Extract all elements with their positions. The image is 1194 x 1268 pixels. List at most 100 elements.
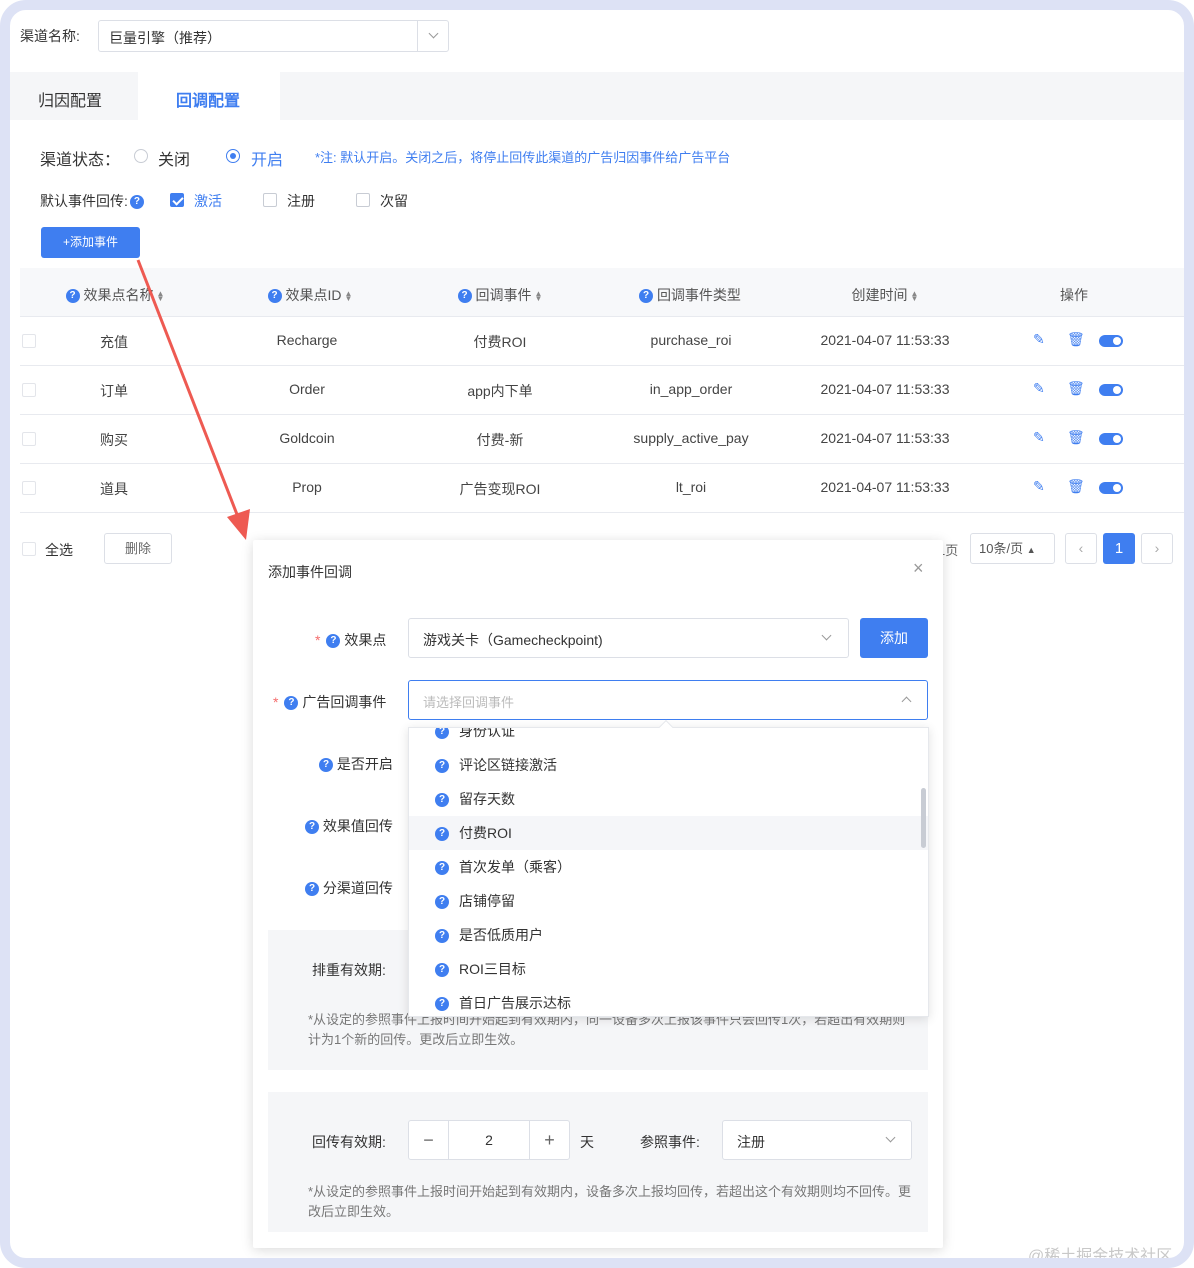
row-checkbox[interactable] <box>22 383 36 397</box>
row-time: 2021-04-07 11:53:33 <box>820 430 950 446</box>
dropdown-option[interactable]: ? 首日广告展示达标 <box>409 986 928 1016</box>
period-stepper[interactable]: − 2 + <box>408 1120 570 1160</box>
status-on-label: 开启 <box>251 152 284 169</box>
ad-event-dropdown: ? 身份认证 ? 评论区链接激活 ? 留存天数 ? 付费ROI ? 首次发单（乘客） ? 店… <box>408 727 929 1017</box>
channel-label: 渠道名称: <box>20 28 80 44</box>
col-event-header[interactable]: ? 回调事件 ▲ ▼ <box>435 285 565 305</box>
row-type: purchase_roi <box>650 332 732 348</box>
help-icon: ? <box>267 289 282 304</box>
edit-icon[interactable]: ✎ <box>1033 478 1045 495</box>
row-type: lt_roi <box>675 479 707 495</box>
dropdown-option[interactable]: ? 付费ROI <box>409 816 928 850</box>
enable-toggle[interactable] <box>1099 433 1123 445</box>
tab-callback[interactable]: 回调配置 <box>176 87 240 111</box>
modal-title: 添加事件回调 <box>268 564 352 580</box>
watermark: @稀土掘金技术社区 <box>1028 1248 1173 1265</box>
row-type: in_app_order <box>649 381 733 397</box>
dropdown-option[interactable]: ? 店铺停留 <box>409 884 928 918</box>
value-return-label: ? 效果值回传 <box>305 816 393 836</box>
edit-icon[interactable]: ✎ <box>1033 429 1045 446</box>
row-id: Recharge <box>276 332 338 348</box>
dropdown-option[interactable]: ? 首次发单（乘客） <box>409 850 928 884</box>
dropdown-option[interactable]: ? ROI三目标 <box>409 952 928 986</box>
sort-icon: ▲ ▼ <box>344 289 353 304</box>
default-events-label: 默认事件回传:? <box>40 191 144 211</box>
help-icon: ? <box>435 929 449 944</box>
row-id: Prop <box>292 479 322 495</box>
status-off-radio[interactable] <box>134 149 148 163</box>
chevron-up-icon <box>901 696 912 707</box>
dropdown-option[interactable]: ? 留存天数 <box>409 782 928 816</box>
col-time-header[interactable]: 创建时间 ▲ ▼ <box>830 285 940 305</box>
row-time: 2021-04-07 11:53:33 <box>820 332 950 348</box>
trash-icon[interactable]: 🗑 <box>1067 429 1085 446</box>
prev-page-button[interactable]: ‹ <box>1065 533 1097 564</box>
period-value[interactable]: 2 <box>449 1121 529 1159</box>
next-page-button[interactable]: › <box>1141 533 1173 564</box>
status-on-radio[interactable] <box>226 149 240 163</box>
enable-toggle[interactable] <box>1099 335 1123 347</box>
col-id-header[interactable]: ? 效果点ID ▲ ▼ <box>245 285 375 305</box>
row-event: 付费ROI <box>473 334 527 350</box>
enable-toggle[interactable] <box>1099 482 1123 494</box>
help-icon: ? <box>457 289 472 304</box>
close-icon[interactable]: × <box>913 558 924 579</box>
sort-icon: ▲ ▼ <box>534 289 543 304</box>
ref-event-label: 参照事件: <box>640 1134 700 1150</box>
row-time: 2021-04-07 11:53:33 <box>820 381 950 397</box>
trash-icon[interactable]: 🗑 <box>1067 331 1085 348</box>
help-icon: ? <box>305 820 319 835</box>
page-1-button[interactable]: 1 <box>1103 533 1135 564</box>
edit-icon[interactable]: ✎ <box>1033 380 1045 397</box>
ad-event-placeholder: 请选择回调事件 <box>423 695 515 710</box>
help-icon: ? <box>435 997 449 1012</box>
help-icon: ? <box>65 289 80 304</box>
event-register-checkbox[interactable] <box>263 193 277 207</box>
dropdown-option[interactable]: ? 评论区链接激活 <box>409 748 928 782</box>
ad-event-label: *? 广告回调事件 <box>273 694 387 711</box>
help-icon: ? <box>435 861 449 876</box>
annotation-arrow <box>136 259 250 540</box>
row-time: 2021-04-07 11:53:33 <box>820 479 950 495</box>
dropdown-option[interactable]: ? 是否低质用户 <box>409 918 928 952</box>
trash-icon[interactable]: 🗑 <box>1067 380 1085 397</box>
event-retention-checkbox[interactable] <box>356 193 370 207</box>
status-off-label: 关闭 <box>158 152 191 169</box>
effect-point-select[interactable]: 游戏关卡（Gamecheckpoint) <box>408 618 849 658</box>
effect-point-value: 游戏关卡（Gamecheckpoint) <box>423 632 603 648</box>
ad-event-select[interactable]: 请选择回调事件 <box>408 680 928 720</box>
help-icon: ? <box>284 696 299 711</box>
tab-attribution[interactable]: 归因配置 <box>38 87 102 111</box>
row-checkbox[interactable] <box>22 334 36 348</box>
enable-toggle[interactable] <box>1099 384 1123 396</box>
help-icon: ? <box>639 289 654 304</box>
select-all-label: 全选 <box>45 542 73 558</box>
trash-icon[interactable]: 🗑 <box>1067 478 1085 495</box>
add-event-modal: 添加事件回调 × *? 效果点 游戏关卡（Gamecheckpoint) 添加 … <box>253 540 943 1248</box>
caret-up-icon: ▲ <box>1026 545 1036 555</box>
help-icon: ? <box>319 758 333 773</box>
help-icon: ? <box>435 895 449 910</box>
row-id: Goldcoin <box>279 430 335 446</box>
row-checkbox[interactable] <box>22 432 36 446</box>
row-checkbox[interactable] <box>22 481 36 495</box>
page-size-select[interactable]: 10条/页 ▲ <box>970 533 1055 564</box>
select-all-checkbox[interactable] <box>22 542 36 556</box>
channel-select[interactable]: 巨量引擎（推荐） <box>98 20 449 52</box>
chevron-down-icon <box>821 630 832 641</box>
event-activate-checkbox[interactable] <box>170 193 184 207</box>
event-activate-label: 激活 <box>194 193 222 209</box>
edit-icon[interactable]: ✎ <box>1033 331 1045 348</box>
page-size-value: 10条/页 <box>979 541 1024 556</box>
col-type-header: ? 回调事件类型 <box>615 285 765 305</box>
minus-icon[interactable]: − <box>409 1121 449 1159</box>
return-period-panel: 回传有效期: − 2 + 天 参照事件: 注册 *从设定的参照事件上报时间开始起… <box>268 1092 928 1232</box>
channel-value: 巨量引擎（推荐） <box>109 30 221 46</box>
ref-event-select[interactable]: 注册 <box>722 1120 912 1160</box>
dropdown-scrollbar[interactable] <box>921 788 926 848</box>
add-button[interactable]: 添加 <box>860 618 928 658</box>
event-register-label: 注册 <box>287 193 315 209</box>
row-event: 广告变现ROI <box>459 481 541 497</box>
plus-icon[interactable]: + <box>529 1121 569 1159</box>
add-event-button[interactable]: +添加事件 <box>41 227 140 258</box>
